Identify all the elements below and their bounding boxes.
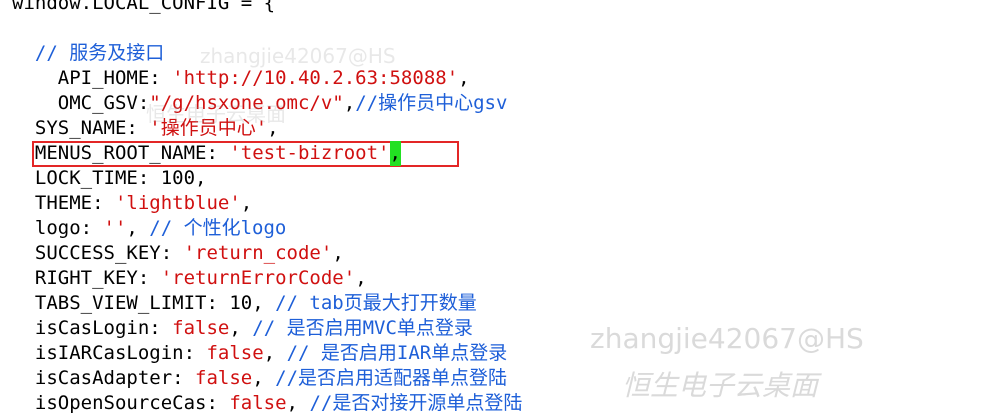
code-token: RIGHT_KEY:	[12, 267, 161, 289]
code-token: OMC_GSV:	[12, 92, 150, 114]
code-token: window.LOCAL_CONFIG = {	[12, 0, 276, 14]
code-token: isCasAdapter:	[12, 367, 196, 389]
code-token: 'returnErrorCode'	[160, 267, 356, 289]
code-token: isOpenSourceCas:	[12, 392, 230, 414]
code-line: isCasLogin: false, // 是否启用MVC单点登录	[12, 316, 473, 341]
watermark-company-faint: 恒生电子云桌面	[146, 102, 286, 126]
code-token: 'lightblue'	[114, 192, 241, 214]
code-token: ,	[332, 242, 344, 264]
code-line: isIARCasLogin: false, // 是否启用IAR单点登录	[12, 341, 507, 366]
code-token: 'test-bizroot'	[229, 142, 390, 164]
code-token: //操作员中心gsv	[355, 92, 508, 114]
code-token: MENUS_ROOT_NAME:	[12, 142, 230, 164]
code-token: ,	[263, 342, 287, 364]
code-token: ,	[355, 267, 367, 289]
code-token: ,	[252, 367, 276, 389]
code-token: //是否对接开源单点登陆	[309, 392, 523, 414]
code-line: TABS_VIEW_LIMIT: 10, // tab页最大打开数量	[12, 291, 477, 316]
code-line: isOpenSourceCas: false, //是否对接开源单点登陆	[12, 391, 522, 416]
code-line: logo: '', // 个性化logo	[12, 216, 287, 241]
code-token: THEME:	[12, 192, 115, 214]
code-token: ,	[343, 92, 356, 114]
code-token: 'http://10.40.2.63:58088'	[172, 67, 459, 89]
code-token: API_HOME:	[12, 67, 173, 89]
code-token: 'return_code'	[183, 242, 333, 264]
watermark-company: 恒生电子云桌面	[622, 369, 819, 402]
code-editor[interactable]: window.LOCAL_CONFIG = { // 服务及接口 API_HOM…	[0, 0, 996, 419]
code-token: false	[206, 342, 264, 364]
code-line: THEME: 'lightblue',	[12, 191, 252, 216]
code-token: ,	[286, 392, 310, 414]
code-line: RIGHT_KEY: 'returnErrorCode',	[12, 266, 367, 291]
code-token: //是否启用适配器单点登陆	[275, 367, 508, 389]
code-token: SUCCESS_KEY:	[12, 242, 184, 264]
code-token: // 是否启用IAR单点登录	[286, 342, 508, 364]
code-line: // 服务及接口	[12, 41, 164, 66]
code-token: false	[172, 317, 230, 339]
code-token: logo:	[12, 217, 104, 239]
watermark-user-faint: zhangjie42067@HS	[200, 44, 396, 68]
code-token: // 是否启用MVC单点登录	[252, 317, 473, 339]
code-token: // 个性化logo	[149, 217, 287, 239]
code-token: false	[195, 367, 253, 389]
code-token: // 服务及接口	[12, 42, 165, 64]
code-token: isIARCasLogin:	[12, 342, 207, 364]
code-line: LOCK_TIME: 100,	[12, 166, 207, 191]
code-token: // tab页最大打开数量	[275, 292, 477, 314]
code-token: SYS_NAME:	[12, 117, 150, 139]
watermark-user: zhangjie42067@HS	[590, 322, 864, 355]
code-line: window.LOCAL_CONFIG = {	[12, 0, 275, 16]
code-token: false	[229, 392, 287, 414]
code-token: LOCK_TIME: 100,	[12, 167, 207, 189]
code-token: ,	[229, 317, 253, 339]
code-line: MENUS_ROOT_NAME: 'test-bizroot',	[12, 141, 401, 166]
code-token: isCasLogin:	[12, 317, 173, 339]
code-line: API_HOME: 'http://10.40.2.63:58088',	[12, 66, 470, 91]
code-token: ,	[240, 192, 253, 214]
code-token: TABS_VIEW_LIMIT: 10,	[12, 292, 276, 314]
code-token: ,	[458, 67, 470, 89]
code-token: ,	[126, 217, 150, 239]
text-cursor: ,	[389, 141, 401, 166]
code-line: isCasAdapter: false, //是否启用适配器单点登陆	[12, 366, 507, 391]
code-line: SUCCESS_KEY: 'return_code',	[12, 241, 344, 266]
code-token: ''	[103, 217, 127, 239]
